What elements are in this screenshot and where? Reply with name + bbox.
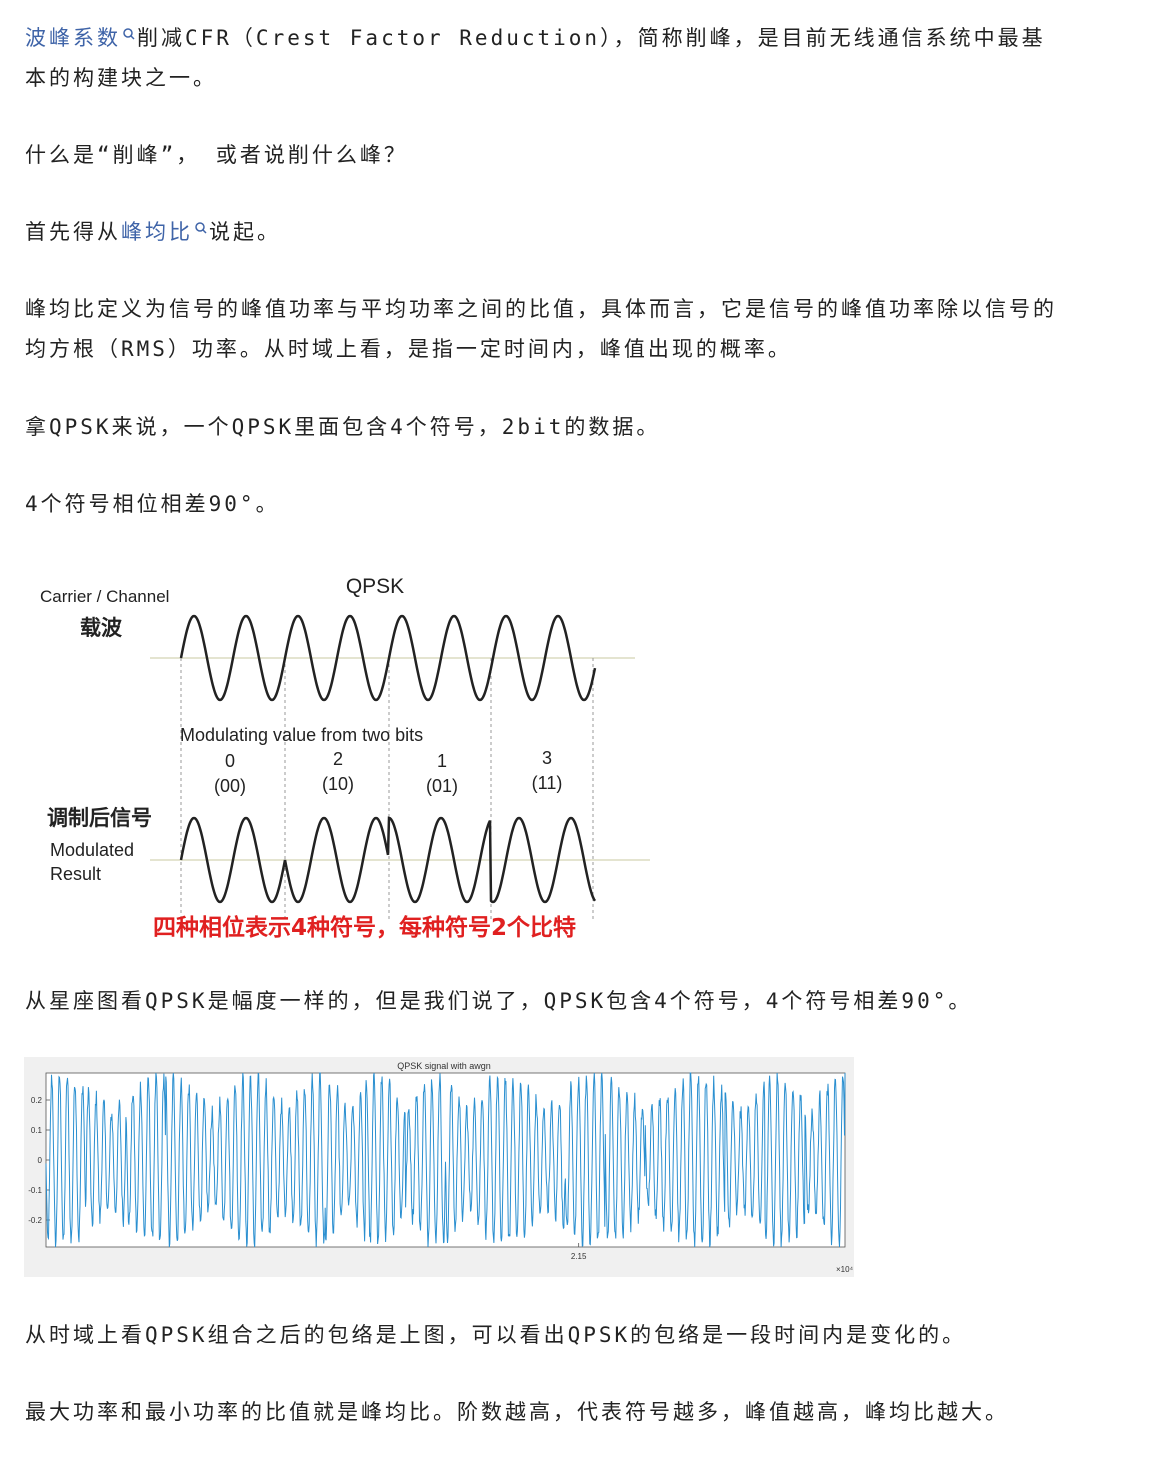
search-icon[interactable] [194, 212, 208, 234]
symbol-bits: (11) [532, 773, 563, 793]
paragraph-phase-diff: 4个符号相位相差90°。 [25, 492, 280, 516]
figure-title: QPSK [346, 575, 404, 598]
carrier-label-en: Carrier / Channel [40, 587, 169, 606]
paragraph-papr-definition: 峰均比定义为信号的峰值功率与平均功率之间的比值，具体而言，它是信号的峰值功率除以… [25, 297, 1057, 361]
paragraph-start-post: 说起。 [209, 220, 281, 244]
qpsk-modulation-diagram: QPSK Carrier / Channel 载波 Modulating val… [40, 575, 650, 941]
x-tick-label: 2.15 [571, 1252, 587, 1261]
modulated-label-zh: 调制后信号 [47, 806, 152, 830]
modulated-label-en-1: Modulated [50, 840, 134, 860]
paragraph-envelope: 从时域上看QPSK组合之后的包络是上图，可以看出QPSK的包络是一段时间内是变化… [25, 1323, 967, 1347]
qpsk-awgn-chart: QPSK signal with awgn 0.2 0.1 0 -0.1 -0.2 2.… [24, 1057, 854, 1277]
paragraph-cfr-intro: 波峰系数 削减CFR（Crest Factor Reduction），简称削峰，是… [25, 18, 1065, 98]
paragraph-papr-conclusion: 最大功率和最小功率的比值就是峰均比。阶数越高，代表符号越多，峰值越高，峰均比越大… [25, 1400, 1009, 1424]
modulated-label-en-2: Result [50, 864, 101, 884]
y-tick-label: -0.2 [28, 1216, 42, 1225]
y-tick-label: 0.2 [31, 1096, 43, 1105]
symbol-bits: (00) [214, 776, 246, 796]
symbol-labels: 0 (00) 2 (10) 1 (01) 3 (11) [214, 748, 562, 796]
paragraph-start: 首先得从峰均比 说起。 [25, 212, 1065, 252]
symbol-value: 0 [225, 751, 235, 771]
symbol-value: 1 [437, 751, 447, 771]
modulating-label: Modulating value from two bits [180, 725, 423, 745]
paragraph-start-pre: 首先得从 [25, 220, 121, 244]
link-crest-factor[interactable]: 波峰系数 [25, 26, 121, 50]
symbol-value: 2 [333, 749, 343, 769]
awgn-chart-svg: QPSK signal with awgn 0.2 0.1 0 -0.1 -0.2 2.… [28, 1061, 854, 1274]
symbol-bits: (01) [426, 776, 458, 796]
chart-title: QPSK signal with awgn [397, 1061, 491, 1071]
qpsk-modulation-figure: QPSK Carrier / Channel 载波 Modulating val… [25, 560, 665, 950]
paragraph-question: 什么是“削峰”， 或者说削什么峰？ [25, 143, 408, 167]
x-multiplier: ×10⁴ [836, 1265, 854, 1274]
paragraph-qpsk-symbols: 拿QPSK来说，一个QPSK里面包含4个符号，2bit的数据。 [25, 415, 661, 439]
search-icon[interactable] [122, 18, 136, 40]
paragraph-constellation: 从星座图看QPSK是幅度一样的，但是我们说了，QPSK包含4个符号，4个符号相差… [25, 989, 973, 1013]
y-tick-label: 0 [38, 1156, 43, 1165]
symbol-bits: (10) [322, 774, 354, 794]
carrier-label-zh: 载波 [80, 616, 123, 640]
paragraph-cfr-text: 削减CFR（Crest Factor Reduction），简称削峰，是目前无线… [25, 26, 1046, 90]
link-papr[interactable]: 峰均比 [121, 220, 193, 244]
symbol-value: 3 [542, 748, 552, 768]
figure-caption: 四种相位表示4种符号，每种符号2个比特 [153, 914, 576, 941]
y-tick-label: -0.1 [28, 1186, 42, 1195]
y-tick-label: 0.1 [31, 1126, 43, 1135]
